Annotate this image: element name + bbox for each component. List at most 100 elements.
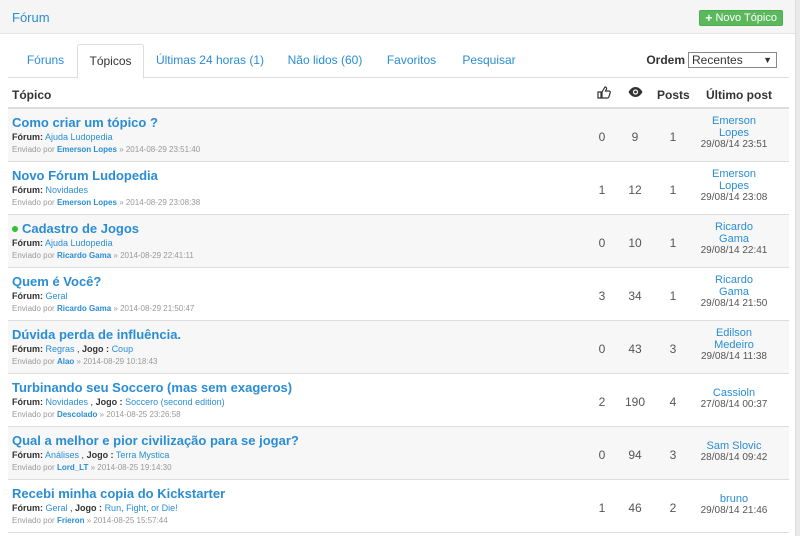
topic-forum-line: Fórum: Geral , Jogo : Run, Fight, or Die… bbox=[12, 503, 178, 513]
game-link[interactable]: Terra Mystica bbox=[116, 450, 170, 460]
topic-title: Cadastro de Jogos bbox=[22, 221, 140, 236]
tab-pesquisar[interactable]: Pesquisar bbox=[454, 44, 524, 79]
author-link[interactable]: Alao bbox=[57, 357, 74, 366]
forum-link[interactable]: Análises bbox=[45, 450, 79, 460]
last-post-user[interactable]: Emerson Lopes bbox=[688, 115, 780, 139]
author-link[interactable]: Frieron bbox=[57, 516, 85, 525]
topic-forum-line: Fórum: Ajuda Ludopedia bbox=[12, 132, 113, 142]
views-count: 34 bbox=[628, 289, 642, 303]
posts-count: 2 bbox=[669, 501, 677, 515]
sent-by-label: Enviado por bbox=[12, 357, 55, 366]
sent-date: » 2014-08-25 23:26:58 bbox=[99, 410, 181, 419]
col-topic: Tópico bbox=[12, 88, 52, 102]
last-post-user[interactable]: Ricardo Gama bbox=[688, 221, 780, 245]
posts-count: 1 bbox=[669, 289, 677, 303]
dropdown-arrow-icon: ▼ bbox=[763, 55, 772, 65]
last-post-user[interactable]: Cassioln bbox=[688, 387, 780, 399]
author-link[interactable]: Descolado bbox=[57, 410, 97, 419]
topic-sent-line: Enviado por Emerson Lopes » 2014-08-29 2… bbox=[12, 145, 200, 154]
topic-row: Qual a melhor e pior civilização para se… bbox=[8, 427, 789, 480]
col-last-post: Último post bbox=[706, 88, 772, 102]
topic-row: Turbinando seu Soccero (mas sem exageros… bbox=[8, 374, 789, 427]
thumbs-up-icon bbox=[597, 86, 611, 102]
game-link[interactable]: Coup bbox=[112, 344, 134, 354]
posts-count: 3 bbox=[669, 342, 677, 356]
tab-favoritos[interactable]: Favoritos bbox=[376, 44, 447, 79]
likes-count: 2 bbox=[598, 395, 606, 409]
sent-date: » 2014-08-29 23:51:40 bbox=[119, 145, 201, 154]
forum-link[interactable]: Geral bbox=[46, 503, 68, 513]
forum-link[interactable]: Novidades bbox=[46, 397, 89, 407]
topic-title-link[interactable]: Como criar um tópico ? bbox=[12, 115, 158, 130]
views-count: 43 bbox=[628, 342, 642, 356]
topic-forum-line: Fórum: Regras , Jogo : Coup bbox=[12, 344, 134, 354]
author-link[interactable]: Ricardo Gama bbox=[57, 304, 111, 313]
new-topic-button[interactable]: + Novo Tópico bbox=[699, 10, 783, 26]
game-link[interactable]: Run, Fight, or Die! bbox=[105, 503, 178, 513]
forum-link[interactable]: Ajuda Ludopedia bbox=[45, 132, 113, 142]
tab-topicos[interactable]: Tópicos bbox=[77, 44, 144, 79]
game-link[interactable]: Soccero (second edition) bbox=[125, 397, 225, 407]
author-link[interactable]: Emerson Lopes bbox=[57, 145, 117, 154]
topic-title: Novo Fórum Ludopedia bbox=[12, 168, 158, 183]
ordem-select[interactable]: Recentes ▼ bbox=[688, 52, 777, 68]
topic-sent-line: Enviado por Emerson Lopes » 2014-08-29 2… bbox=[12, 198, 200, 207]
last-post-user[interactable]: Sam Slovic bbox=[688, 440, 780, 452]
forum-prefix: Fórum: bbox=[12, 132, 43, 142]
topic-row: Quem é Você? Fórum: Geral Enviado por Rica… bbox=[8, 268, 789, 321]
last-post: Sam Slovic 28/08/14 09:42 bbox=[688, 440, 780, 464]
views-count: 9 bbox=[631, 130, 639, 144]
topic-title-link[interactable]: Turbinando seu Soccero (mas sem exageros… bbox=[12, 380, 292, 395]
topic-sent-line: Enviado por Lord_LT » 2014-08-25 19:14:3… bbox=[12, 463, 172, 472]
topic-title: Como criar um tópico ? bbox=[12, 115, 158, 130]
topic-forum-line: Fórum: Análises , Jogo : Terra Mystica bbox=[12, 450, 170, 460]
last-post-user[interactable]: Ricardo Gama bbox=[688, 274, 780, 298]
topic-title-link[interactable]: Qual a melhor e pior civilização para se… bbox=[12, 433, 299, 448]
new-topic-label: Novo Tópico bbox=[715, 12, 777, 24]
last-user-line-1: Ricardo bbox=[715, 221, 753, 233]
views-count: 12 bbox=[628, 183, 642, 197]
last-post-user[interactable]: bruno bbox=[688, 493, 780, 505]
topic-sent-line: Enviado por Ricardo Gama » 2014-08-29 21… bbox=[12, 304, 194, 313]
ordem-control: Ordem Recentes ▼ bbox=[646, 52, 777, 68]
topic-title-link[interactable]: Quem é Você? bbox=[12, 274, 101, 289]
sent-by-label: Enviado por bbox=[12, 410, 55, 419]
forum-prefix: Fórum: bbox=[12, 450, 43, 460]
author-link[interactable]: Lord_LT bbox=[57, 463, 88, 472]
likes-count: 1 bbox=[598, 183, 606, 197]
game-prefix: Jogo : bbox=[82, 344, 110, 354]
last-user-line-2: Medeiro bbox=[714, 339, 754, 351]
tab-foruns[interactable]: Fóruns bbox=[12, 44, 79, 79]
views-count: 190 bbox=[624, 395, 646, 409]
tab-nao-lidos[interactable]: Não lidos (60) bbox=[278, 44, 372, 79]
ordem-selected: Recentes bbox=[692, 53, 743, 67]
tab-ultimas-24h[interactable]: Últimas 24 horas (1) bbox=[151, 44, 269, 79]
forum-link[interactable]: Geral bbox=[46, 291, 68, 301]
topic-title-link[interactable]: Cadastro de Jogos bbox=[12, 221, 139, 236]
last-post: Cassioln 27/08/14 00:37 bbox=[688, 387, 780, 411]
author-link[interactable]: Emerson Lopes bbox=[57, 198, 117, 207]
topic-row: Cadastro de Jogos Fórum: Ajuda Ludopedia E… bbox=[8, 215, 789, 268]
sent-date: » 2014-08-29 21:50:47 bbox=[113, 304, 195, 313]
author-link[interactable]: Ricardo Gama bbox=[57, 251, 111, 260]
last-user-line-2: Gama bbox=[719, 233, 749, 245]
forum-link[interactable]: Regras bbox=[46, 344, 75, 354]
posts-count: 1 bbox=[669, 130, 677, 144]
last-post-user[interactable]: Emerson Lopes bbox=[688, 168, 780, 192]
last-user-line-1: Cassioln bbox=[712, 387, 756, 399]
forum-link[interactable]: Ajuda Ludopedia bbox=[45, 238, 113, 248]
topic-title-link[interactable]: Recebi minha copia do Kickstarter bbox=[12, 486, 225, 501]
topic-title-link[interactable]: Dúvida perda de influência. bbox=[12, 327, 181, 342]
sent-by-label: Enviado por bbox=[12, 516, 55, 525]
last-user-line-2: Lopes bbox=[719, 127, 749, 139]
forum-prefix: Fórum: bbox=[12, 397, 43, 407]
last-post-user[interactable]: Edilson Medeiro bbox=[688, 327, 780, 351]
last-user-line-2: Gama bbox=[719, 286, 749, 298]
likes-count: 0 bbox=[598, 130, 606, 144]
tab-bar: Fóruns Tópicos Últimas 24 horas (1) Não … bbox=[8, 34, 789, 79]
forum-link[interactable]: Novidades bbox=[46, 185, 89, 195]
last-post-date: 29/08/14 21:46 bbox=[700, 505, 768, 516]
last-post-date: 29/08/14 21:50 bbox=[700, 298, 768, 309]
game-prefix: Jogo : bbox=[86, 450, 114, 460]
topic-title-link[interactable]: Novo Fórum Ludopedia bbox=[12, 168, 158, 183]
